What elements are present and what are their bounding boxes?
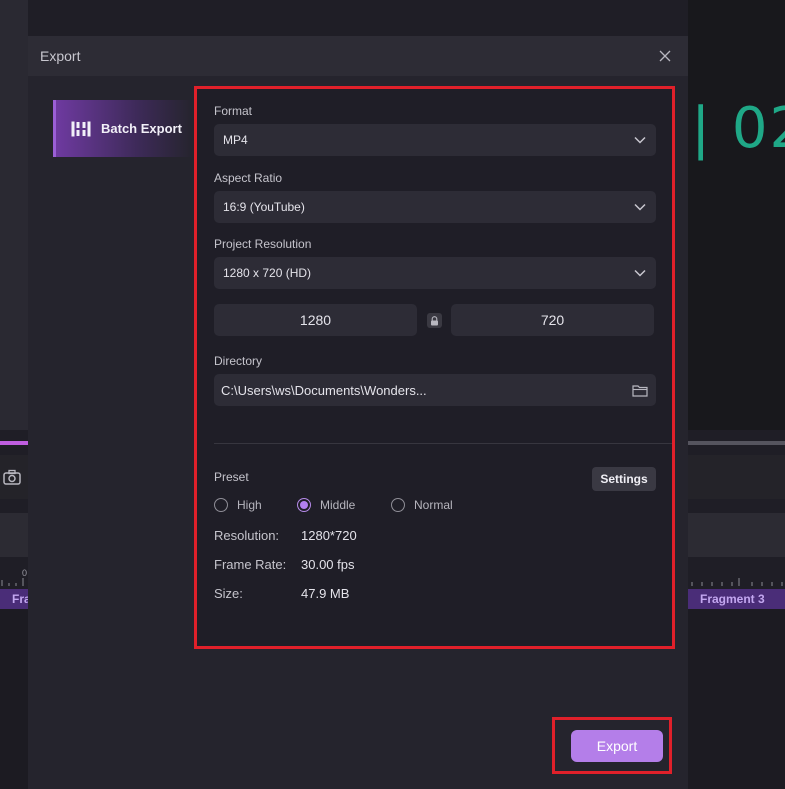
sidebar-item-label: Batch Export (101, 121, 182, 136)
aspect-ratio-select[interactable]: 16:9 (YouTube) (214, 191, 656, 223)
frame-rate-value: 30.00 fps (301, 557, 355, 572)
timeline-clip-fragment-3[interactable]: Fragment 3 (688, 589, 785, 609)
height-input[interactable]: 720 (451, 304, 654, 336)
close-icon (659, 50, 671, 62)
radio-high[interactable] (214, 498, 228, 512)
size-value: 47.9 MB (301, 586, 350, 601)
preset-option-normal[interactable]: Normal (391, 498, 453, 512)
clip-label: Fragment 3 (700, 592, 765, 606)
project-resolution-label: Project Resolution (214, 237, 312, 251)
export-settings-panel: Format MP4 Aspect Ratio 16:9 (YouTube) P… (195, 88, 675, 648)
radio-label: Normal (414, 498, 453, 512)
chevron-down-icon (634, 136, 646, 144)
directory-value: C:\Users\ws\Documents\Wonders... (221, 382, 427, 398)
dialog-title: Export (40, 48, 81, 64)
timeline-clip-fragment-1[interactable]: Fragment 1 (0, 589, 28, 609)
dialog-header: Export (28, 36, 688, 76)
sidebar-item-batch-export[interactable]: Batch Export (53, 100, 193, 157)
camera-icon[interactable] (3, 469, 21, 485)
preview-area (688, 0, 785, 430)
radio-label: High (237, 498, 262, 512)
batch-export-icon (71, 121, 91, 136)
aspect-ratio-label: Aspect Ratio (214, 171, 283, 185)
chevron-down-icon (634, 203, 646, 211)
chevron-down-icon (634, 269, 646, 277)
export-button[interactable]: Export (571, 730, 663, 762)
aspect-lock-button[interactable] (427, 313, 442, 328)
toolbar-right (688, 455, 785, 499)
playback-progress[interactable] (0, 441, 28, 445)
width-input[interactable]: 1280 (214, 304, 417, 336)
project-resolution-value: 1280 x 720 (HD) (223, 266, 312, 280)
clip-label: Fragment 1 (12, 592, 28, 606)
format-label: Format (214, 104, 253, 118)
preset-option-high[interactable]: High (214, 498, 262, 512)
section-divider (214, 443, 674, 444)
size-label: Size: (214, 586, 243, 601)
lock-icon (431, 315, 438, 325)
playback-track[interactable] (688, 441, 785, 445)
resolution-value: 1280*720 (301, 528, 357, 543)
preset-option-middle[interactable]: Middle (297, 498, 355, 512)
ruler-start-label: 0 (22, 568, 28, 578)
timeline-ruler: 0 (0, 568, 28, 586)
folder-icon[interactable] (632, 384, 648, 397)
track-header (0, 513, 28, 557)
close-button[interactable] (654, 45, 676, 67)
track-header-right (688, 513, 785, 557)
aspect-ratio-value: 16:9 (YouTube) (223, 200, 305, 214)
preset-label: Preset (214, 470, 249, 484)
directory-label: Directory (214, 354, 263, 368)
export-dialog: Export Batch Export Format MP4 Aspect Ra… (28, 36, 688, 789)
frame-rate-label: Frame Rate: (214, 557, 287, 572)
radio-normal[interactable] (391, 498, 405, 512)
resolution-label: Resolution: (214, 528, 280, 543)
left-panel (0, 0, 28, 430)
project-resolution-select[interactable]: 1280 x 720 (HD) (214, 257, 656, 289)
radio-middle[interactable] (297, 498, 311, 512)
format-value: MP4 (223, 133, 248, 147)
preset-settings-button[interactable]: Settings (592, 467, 656, 491)
format-select[interactable]: MP4 (214, 124, 656, 156)
directory-input[interactable]: C:\Users\ws\Documents\Wonders... (214, 374, 656, 406)
radio-label: Middle (320, 498, 356, 512)
timeline-ruler-right (688, 568, 785, 586)
